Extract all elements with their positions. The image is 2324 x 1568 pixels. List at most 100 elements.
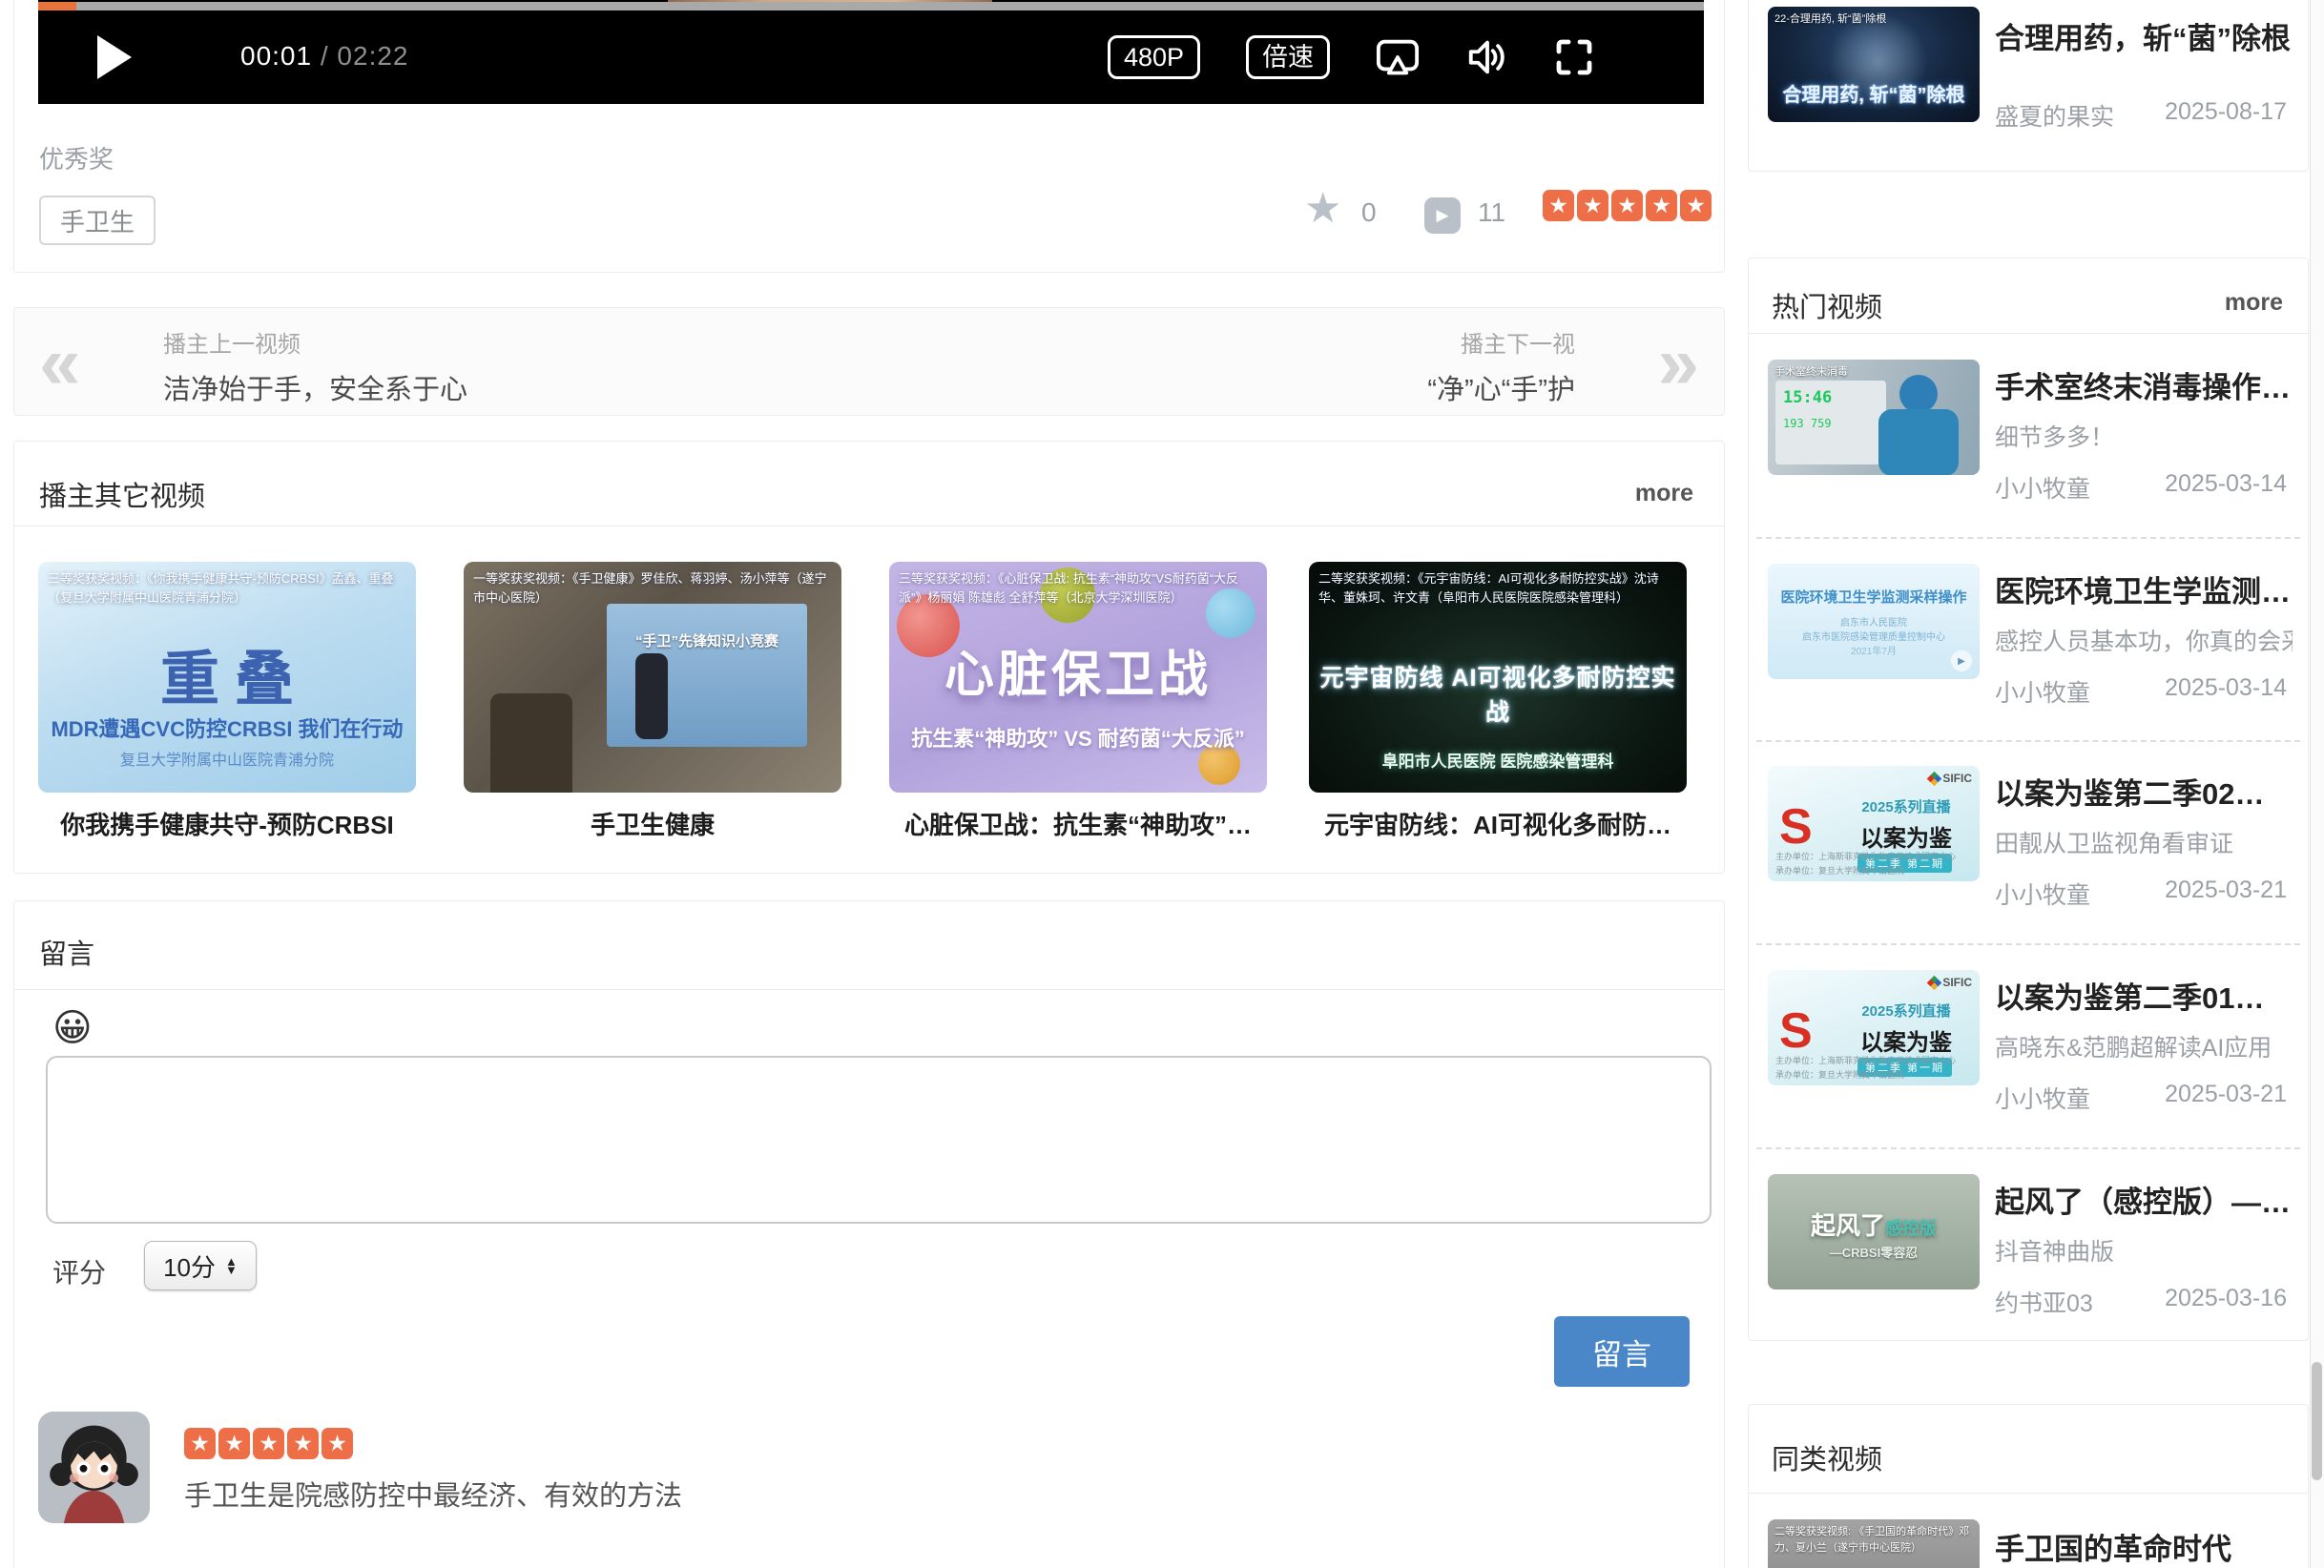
- volume-icon[interactable]: [1465, 38, 1509, 76]
- other-videos-card: 播主其它视频 more 三等奖获奖视频：《你我携手健康共守-预防CRBSI》孟鑫…: [13, 441, 1725, 874]
- time-current: 00:01: [240, 41, 312, 71]
- hot-video-date: 2025-03-16: [2165, 1285, 2287, 1312]
- star-icon: ★: [1680, 190, 1712, 221]
- video-player[interactable]: 00:01 / 02:22 480P 倍速: [38, 0, 1704, 104]
- star-icon: ★: [322, 1428, 353, 1459]
- rating-select-value: 10分: [163, 1248, 216, 1284]
- hot-video-title[interactable]: 以案为鉴第二季01…: [1995, 974, 2264, 1017]
- thumb-subtitle: 抗生素“神助攻” VS 耐药菌“大反派”: [889, 722, 1267, 753]
- sidebar-video-thumb[interactable]: 22-合理用药, 斩“菌”除根 合理用药, 斩“菌”除根: [1768, 7, 1980, 122]
- page-scrollbar-thumb[interactable]: [2312, 1362, 2322, 1480]
- next-video-link[interactable]: 播主下一视 “净”心“手”护: [1427, 325, 1575, 407]
- submit-comment-button[interactable]: 留言: [1554, 1316, 1690, 1387]
- comment-input[interactable]: [46, 1056, 1712, 1224]
- hot-video-thumb-1[interactable]: 手术室终末消毒 15:46 193 759: [1768, 360, 1980, 475]
- sific-s-logo: S: [1779, 1002, 1813, 1060]
- hot-video-date: 2025-03-14: [2165, 674, 2287, 702]
- other-video-caption-1[interactable]: 你我携手健康共守-预防CRBSI: [38, 806, 416, 841]
- prev-label: 播主上一视频: [163, 325, 467, 359]
- more-link-other-videos[interactable]: more: [1635, 480, 1693, 507]
- time-total: 02:22: [337, 41, 408, 71]
- prev-video-link[interactable]: 播主上一视频 洁净始于手，安全系于心: [163, 325, 467, 407]
- hot-video-thumb-5[interactable]: 起风了感控版 —CRBSI零容忍: [1768, 1174, 1980, 1289]
- comment-rating-stars: ★★★★★: [184, 1428, 353, 1459]
- player-controls: 00:01 / 02:22 480P 倍速: [38, 10, 1704, 104]
- thumb-main-text: 心脏保卫战: [889, 634, 1267, 706]
- thumb-overlay-text: 一等奖获奖视频：《手卫健康》罗佳欣、蒋羽婷、汤小萍等（遂宁市中心医院）: [464, 562, 841, 615]
- thumb-overlay-text: 三等奖获奖视频：《心脏保卫战: 抗生素“神助攻”VS耐药菌“大反派”》杨丽娟 陈…: [889, 562, 1267, 615]
- similar-video-thumb[interactable]: 二等奖获奖视频: 《手卫国的革命时代》邓力、夏小兰（遂宁市中心医院）: [1768, 1519, 1980, 1568]
- org-line: 主办单位：上海斯菲克微生物应用技术研究中心: [1775, 850, 1956, 863]
- rating-select[interactable]: 10分 ▲▼: [144, 1241, 257, 1290]
- logo-text: SIFIC: [1942, 772, 1972, 785]
- section-title-similar-videos: 同类视频: [1772, 1437, 1882, 1477]
- hot-video-title[interactable]: 以案为鉴第二季02…: [1995, 770, 2264, 813]
- hot-video-title[interactable]: 医院环境卫生学监测…: [1995, 567, 2291, 610]
- other-video-caption-3[interactable]: 心脏保卫战：抗生素“神助攻”…: [889, 806, 1267, 841]
- other-video-thumb-2[interactable]: 一等奖获奖视频：《手卫健康》罗佳欣、蒋羽婷、汤小萍等（遂宁市中心医院） “手卫”…: [464, 562, 841, 793]
- favorite-star-icon[interactable]: ★: [1304, 184, 1341, 233]
- dashed-divider: [1756, 537, 2300, 539]
- thumb-overlay-text: 三等奖获奖视频：《你我携手健康共守-预防CRBSI》孟鑫、重叠（复旦大学附属中山…: [38, 562, 416, 615]
- thumb-overlay-text: 22-合理用药, 斩“菌”除根: [1768, 7, 1980, 32]
- thumb-title-text: 医院环境卫生学监测采样操作: [1768, 587, 1980, 607]
- time-separator: /: [321, 41, 338, 71]
- next-chevrons-icon[interactable]: »: [1658, 308, 1699, 417]
- diamond-icon: [1927, 975, 1942, 990]
- more-link-hot-videos[interactable]: more: [2225, 289, 2283, 317]
- hot-videos-card: 热门视频 more 手术室终末消毒 15:46 193 759 手术室终末消毒操…: [1748, 258, 2309, 1341]
- fullscreen-icon[interactable]: [1555, 38, 1593, 76]
- other-video-thumb-4[interactable]: 二等奖获奖视频：《元宇宙防线：AI可视化多耐防控实战》沈诗华、董姝珂、许文青（阜…: [1309, 562, 1687, 793]
- emoji-picker-button[interactable]: 😀: [52, 1006, 93, 1050]
- divider: [1749, 1493, 2308, 1494]
- thumb-orgs: 主办单位：上海斯菲克微生物应用技术研究中心 承办单位：复旦大学附属中山医院: [1775, 850, 1956, 877]
- nurse-shape: [1878, 409, 1959, 475]
- mini-play-icon: ▶: [1951, 650, 1972, 671]
- section-title-comments: 留言: [39, 932, 94, 972]
- other-video-caption-2[interactable]: 手卫生健康: [464, 806, 841, 841]
- thumb-main-text: 以案为鉴: [1835, 819, 1978, 853]
- hot-video-thumb-4[interactable]: S SIFIC 2025系列直播 以案为鉴 第二季 第一期 主办单位：上海斯菲克…: [1768, 970, 1980, 1085]
- thumb-accent-text: 感控版: [1885, 1219, 1937, 1238]
- hot-video-author: 小小牧童: [1995, 470, 2090, 505]
- led-display: 193 759: [1783, 417, 1878, 430]
- hot-video-date: 2025-03-21: [2165, 1081, 2287, 1108]
- hot-video-title[interactable]: 手术室终末消毒操作…: [1995, 363, 2291, 406]
- sific-logo: SIFIC: [1929, 772, 1972, 785]
- sidebar-video-title[interactable]: 合理用药，斩“菌”除根: [1995, 14, 2291, 57]
- award-label: 优秀奖: [39, 140, 114, 175]
- thumb-overlay-text: 二等奖获奖视频: 《手卫国的革命时代》邓力、夏小兰（遂宁市中心医院）: [1768, 1519, 1980, 1560]
- cast-icon[interactable]: [1376, 38, 1420, 76]
- player-card: 00:01 / 02:22 480P 倍速: [13, 0, 1725, 273]
- video-page: 00:01 / 02:22 480P 倍速: [0, 0, 2324, 1568]
- progress-bar[interactable]: [38, 2, 1704, 10]
- similar-video-title[interactable]: 手卫国的革命时代: [1995, 1525, 2231, 1568]
- divider: [1749, 333, 2308, 334]
- rating-label: 评分: [52, 1252, 106, 1290]
- thumb-date-text: 2021年7月: [1768, 643, 1980, 657]
- hot-video-subtitle: 抖音神曲版: [1995, 1233, 2114, 1268]
- hot-video-subtitle: 高晓东&范鹏超解读AI应用: [1995, 1029, 2272, 1063]
- rating-stars: ★★★★★: [1543, 190, 1712, 221]
- play-button[interactable]: [97, 35, 132, 79]
- sidebar-current-card: 22-合理用药, 斩“菌”除根 合理用药, 斩“菌”除根 合理用药，斩“菌”除根…: [1748, 0, 2309, 172]
- speed-button[interactable]: 倍速: [1246, 35, 1330, 79]
- other-video-thumb-1[interactable]: 三等奖获奖视频：《你我携手健康共守-预防CRBSI》孟鑫、重叠（复旦大学附属中山…: [38, 562, 416, 793]
- thumb-main-text: 以案为鉴: [1835, 1023, 1978, 1057]
- quality-button[interactable]: 480P: [1108, 35, 1200, 79]
- other-video-caption-4[interactable]: 元宇宙防线：AI可视化多耐防…: [1309, 806, 1687, 841]
- hot-video-author: 小小牧童: [1995, 877, 2090, 911]
- prev-chevrons-icon[interactable]: «: [39, 308, 80, 417]
- other-video-thumb-3[interactable]: 三等奖获奖视频：《心脏保卫战: 抗生素“神助攻”VS耐药菌“大反派”》杨丽娟 陈…: [889, 562, 1267, 793]
- thumb-subtitle: MDR遭遇CVC防控CRBSI 我们在行动: [38, 712, 416, 743]
- thumb-series-text: 2025系列直播: [1835, 1001, 1978, 1021]
- hot-video-title[interactable]: 起风了（感控版）—…: [1995, 1178, 2291, 1221]
- sidebar-video-author: 盛夏的果实: [1995, 98, 2114, 133]
- hot-video-thumb-2[interactable]: 医院环境卫生学监测采样操作 启东市人民医院 启东市医院感染管理质量控制中心 20…: [1768, 564, 1980, 679]
- dashed-divider: [1756, 1147, 2300, 1149]
- hot-video-subtitle: 细节多多！: [1995, 419, 2114, 453]
- tag-hand-hygiene[interactable]: 手卫生: [39, 196, 156, 245]
- page-scrollbar-track[interactable]: [2310, 0, 2324, 1568]
- thumb-main-text: 合理用药, 斩“菌”除根: [1768, 79, 1980, 107]
- hot-video-thumb-3[interactable]: S SIFIC 2025系列直播 以案为鉴 第二季 第二期 主办单位：上海斯菲克…: [1768, 766, 1980, 881]
